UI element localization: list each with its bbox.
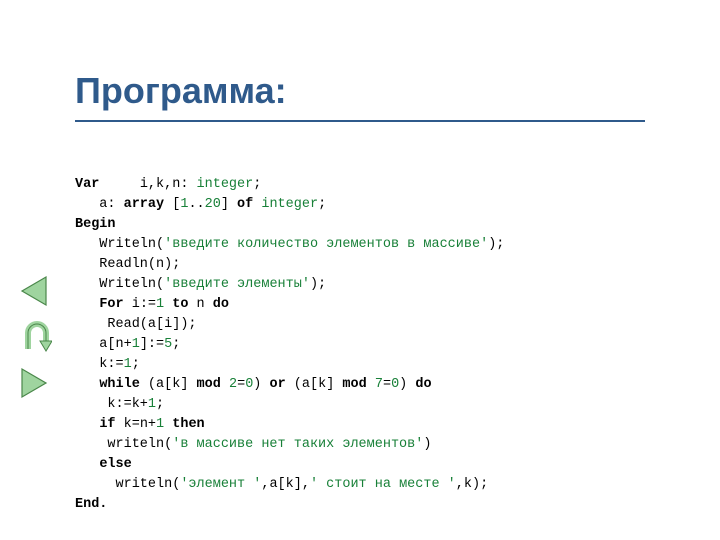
code-text: ' стоит на месте ' (310, 477, 456, 492)
code-text: 20 (205, 197, 221, 212)
code-text: a: (75, 197, 124, 212)
code-text: 'введите количество элементов в массиве' (164, 237, 488, 252)
code-text: k:= (75, 357, 124, 372)
code-text: ); (310, 277, 326, 292)
code-text (75, 377, 99, 392)
code-text: 0 (391, 377, 399, 392)
refresh-button[interactable] (14, 317, 54, 357)
code-text: Read(a[i]); (75, 317, 197, 332)
code-text: (a[k] (140, 377, 197, 392)
code-text: 2 (229, 377, 237, 392)
code-text: 1 (124, 357, 132, 372)
nav-buttons (14, 265, 62, 409)
code-text: while (99, 377, 140, 392)
code-text (221, 377, 229, 392)
code-text: Writeln( (75, 237, 164, 252)
code-text: For (99, 297, 123, 312)
code-text: mod (342, 377, 366, 392)
code-text: ) (423, 437, 431, 452)
code-text: 1 (132, 337, 140, 352)
title-underline (75, 120, 645, 122)
code-text: i:= (124, 297, 156, 312)
code-text: else (99, 457, 131, 472)
code-text: Readln(n); (75, 257, 180, 272)
code-text: .. (188, 197, 204, 212)
code-text: 1 (156, 417, 164, 432)
code-text: 1 (148, 397, 156, 412)
code-text: to (172, 297, 188, 312)
code-text: a[n+ (75, 337, 132, 352)
code-text: n (188, 297, 212, 312)
code-text: of (237, 197, 253, 212)
u-turn-icon (16, 319, 52, 355)
code-text (367, 377, 375, 392)
code-text: ,a[k], (261, 477, 310, 492)
code-text: do (213, 297, 229, 312)
code-text: = (383, 377, 391, 392)
code-text (75, 297, 99, 312)
code-text: = (237, 377, 245, 392)
code-text: writeln( (75, 437, 172, 452)
code-text: ; (156, 397, 164, 412)
code-text: [ (164, 197, 180, 212)
code-text: Begin (75, 217, 116, 232)
code-text: i,k,n: (99, 177, 196, 192)
code-text: 'элемент ' (180, 477, 261, 492)
code-text (75, 457, 99, 472)
code-text: do (415, 377, 431, 392)
forward-button[interactable] (14, 363, 54, 403)
code-block: Var i,k,n: integer; a: array [1..20] of … (75, 155, 504, 515)
code-text: integer (261, 197, 318, 212)
code-text: ); (488, 237, 504, 252)
code-text: End. (75, 497, 107, 512)
code-text: ] (221, 197, 237, 212)
code-text: k:=k+ (75, 397, 148, 412)
code-text: ]:= (140, 337, 164, 352)
triangle-left-icon (16, 273, 52, 309)
code-text: 'введите элементы' (164, 277, 310, 292)
code-text: Writeln( (75, 277, 164, 292)
code-text: 7 (375, 377, 383, 392)
code-text: 1 (156, 297, 164, 312)
code-text: ) (399, 377, 415, 392)
code-text: if (99, 417, 115, 432)
code-text: integer (197, 177, 254, 192)
code-text: k=n+ (116, 417, 157, 432)
code-text: Var (75, 177, 99, 192)
code-text: writeln( (75, 477, 180, 492)
code-text: ; (318, 197, 326, 212)
page-title: Программа: (75, 70, 287, 112)
back-button[interactable] (14, 271, 54, 311)
code-text: ; (253, 177, 261, 192)
code-text: 'в массиве нет таких элементов' (172, 437, 423, 452)
triangle-right-icon (16, 365, 52, 401)
code-text: array (124, 197, 165, 212)
code-text: ) (253, 377, 269, 392)
code-text: ; (132, 357, 140, 372)
code-text: ,k); (456, 477, 488, 492)
code-text: mod (197, 377, 221, 392)
code-text: then (172, 417, 204, 432)
code-text: ; (172, 337, 180, 352)
code-text: or (270, 377, 286, 392)
code-text (75, 417, 99, 432)
code-text: (a[k] (286, 377, 343, 392)
